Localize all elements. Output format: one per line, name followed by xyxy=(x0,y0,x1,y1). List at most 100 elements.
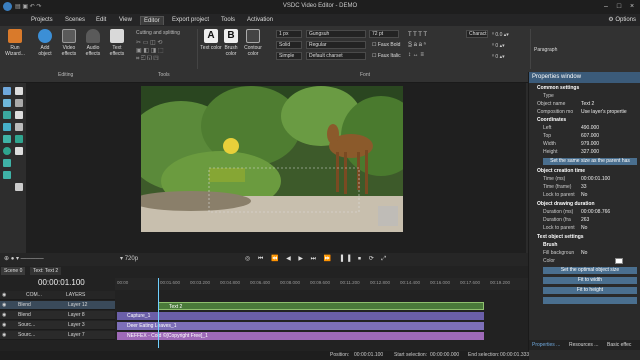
font-style-select[interactable]: Regular xyxy=(306,41,366,49)
select-tool-icon[interactable] xyxy=(15,87,23,95)
object-name-row[interactable]: Object name Text 2 xyxy=(529,100,640,108)
eye-icon[interactable]: ◉ xyxy=(2,311,6,320)
object-name-value[interactable]: Text 2 xyxy=(581,100,594,108)
menu-scenes[interactable]: Scenes xyxy=(62,16,88,25)
menu-tools[interactable]: Tools xyxy=(218,16,238,25)
eye-icon[interactable]: ◉ xyxy=(2,291,6,300)
fill-background-row[interactable]: Fill backgroun No xyxy=(529,249,640,257)
menu-view[interactable]: View xyxy=(116,16,135,25)
line-width-select[interactable]: 1 px xyxy=(276,30,302,38)
transport-left-controls[interactable]: ⊕ ● ▾ —──── xyxy=(4,255,114,264)
video-effects-button[interactable]: Video effects xyxy=(58,29,80,57)
tab-scene-0[interactable]: Scene 0 xyxy=(1,267,26,275)
sprite-tool-icon[interactable] xyxy=(15,135,23,143)
lock-parent-row[interactable]: Lock to parent No xyxy=(529,191,640,199)
left-row[interactable]: Left 490.000 xyxy=(529,124,640,132)
add-object-button[interactable]: Add object xyxy=(34,29,56,57)
color-swatch[interactable] xyxy=(615,258,623,264)
capture-clip[interactable]: Capture_1 xyxy=(117,312,484,320)
video-preview[interactable] xyxy=(141,86,403,232)
menu-projects[interactable]: Projects xyxy=(28,16,56,25)
composition-value[interactable]: Use layer's propertie xyxy=(581,108,627,116)
eye-icon[interactable]: ◉ xyxy=(2,321,6,330)
font-size-select[interactable]: 72 pt xyxy=(369,30,399,38)
duration-ms-value[interactable]: 00:00:08.766 xyxy=(581,208,610,216)
pen-tool-icon[interactable] xyxy=(15,183,23,191)
duration-ms-row[interactable]: Duration (ms) 00:00:08.766 xyxy=(529,208,640,216)
eye-icon[interactable]: ◉ xyxy=(2,331,6,340)
char-spacing-fields[interactable]: ⁰ 0.0 ▴▾ ⁰ 0 ▴▾ ⁰ 0 ▴▾ xyxy=(492,30,528,60)
duration-frame-row[interactable]: Duration (fra 263 xyxy=(529,216,640,224)
faux-italic-checkbox[interactable]: ☐ Faux Italic xyxy=(372,53,401,59)
video-tool-icon[interactable] xyxy=(3,123,11,131)
duration-frame-value[interactable]: 263 xyxy=(581,216,589,224)
menu-activation[interactable]: Activation xyxy=(244,16,276,25)
charset-select[interactable]: Default charset xyxy=(306,52,366,60)
creation-time-section[interactable]: Object creation time xyxy=(529,167,640,175)
faux-bold-checkbox[interactable]: ☐ Faux Bold xyxy=(372,42,400,48)
eye-icon[interactable]: ◉ xyxy=(2,301,6,310)
audio-effects-button[interactable]: Audio effects xyxy=(82,29,104,57)
optimal-size-button[interactable]: Set the optimal object size xyxy=(543,267,637,274)
drawing-duration-section[interactable]: Object drawing duration xyxy=(529,200,640,208)
minimize-icon[interactable]: – xyxy=(600,2,612,12)
time-frame-value[interactable]: 33 xyxy=(581,183,587,191)
tab-resources[interactable]: Resources ... xyxy=(569,340,598,350)
top-value[interactable]: 607.000 xyxy=(581,132,599,140)
shape-tool-icon[interactable] xyxy=(15,111,23,119)
paragraph-button[interactable]: Paragraph xyxy=(534,47,557,53)
time-ms-value[interactable]: 00:00:01.100 xyxy=(581,175,610,183)
left-value[interactable]: 490.000 xyxy=(581,124,599,132)
track-row[interactable]: ◉ Blend Layer 12 xyxy=(0,301,115,310)
fit-height-button[interactable]: Fit to height xyxy=(543,287,637,294)
track-row[interactable]: ◉ Blend Layer 8 xyxy=(0,311,115,320)
track-mode[interactable]: Sourc... xyxy=(18,321,35,330)
text-format-tools[interactable]: T T T T S̲ a a ⁿ ↕ ↔ ≡ xyxy=(408,30,464,60)
lock-parent2-row[interactable]: Lock to parent No xyxy=(529,224,640,232)
track-row[interactable]: ◉ Sourc... Layer 7 xyxy=(0,331,115,340)
extra-button[interactable] xyxy=(543,297,637,304)
time-frame-row[interactable]: Time (frame) 33 xyxy=(529,183,640,191)
rect-tool-icon[interactable] xyxy=(15,147,23,155)
line-type-select[interactable]: Simple xyxy=(276,52,302,60)
height-row[interactable]: Height 327.000 xyxy=(529,148,640,156)
text-clip[interactable]: Text 2 xyxy=(158,302,484,310)
common-settings-section[interactable]: Common settings xyxy=(529,84,640,92)
text-color-button[interactable]: A Text color xyxy=(200,29,222,51)
run-wizard-button[interactable]: Run Wizard... xyxy=(4,29,26,57)
pointer-tool-icon[interactable] xyxy=(3,87,11,95)
top-row[interactable]: Top 607.000 xyxy=(529,132,640,140)
tab-basic-effects[interactable]: Basic effec xyxy=(607,340,631,350)
curve-tool-icon[interactable] xyxy=(3,159,11,167)
playback-controls[interactable]: ◎ ⏮ ⏪ ◀ ▶ ⏭ ⏩ ▐▐ ⏹ ⟳ ⤢ xyxy=(245,255,445,264)
transition-tool-icon[interactable] xyxy=(15,99,23,107)
text-settings-section[interactable]: Text object settings xyxy=(529,233,640,241)
playhead[interactable] xyxy=(158,278,159,348)
menu-edit[interactable]: Edit xyxy=(93,16,109,25)
coordinates-section[interactable]: Coordinates xyxy=(529,116,640,124)
text-tool-icon[interactable] xyxy=(3,99,11,107)
cut-tools[interactable]: ✂ ▭ ◫ ⟲ ▣ ◧ ◨ ⬚ ⌗ ◰ ◱ ◳ xyxy=(136,39,194,63)
width-value[interactable]: 979.000 xyxy=(581,140,599,148)
tab-text-2[interactable]: Text: Text 2 xyxy=(30,267,62,275)
height-value[interactable]: 327.000 xyxy=(581,148,599,156)
ellipse-tool-icon[interactable] xyxy=(3,147,11,155)
font-name-select[interactable]: Gungsuh xyxy=(306,30,366,38)
track-mode[interactable]: Blend xyxy=(18,311,31,320)
same-size-button[interactable]: Set the same size as the parent has xyxy=(543,158,637,165)
deer-clip[interactable]: Deer Eating Leaves_1 xyxy=(117,322,484,330)
fit-width-button[interactable]: Fit to width xyxy=(543,277,637,284)
character-select[interactable]: Charact xyxy=(466,30,488,38)
menu-editor[interactable]: Editor xyxy=(140,16,164,25)
contour-color-button[interactable]: Contour color xyxy=(242,29,264,57)
lock-parent-value[interactable]: No xyxy=(581,191,587,199)
lock-parent2-value[interactable]: No xyxy=(581,224,587,232)
free-shape-tool-icon[interactable] xyxy=(3,171,11,179)
brush-section[interactable]: Brush xyxy=(529,241,640,249)
options-button[interactable]: ⚙ Options xyxy=(608,16,636,23)
track-mode[interactable]: Sourc... xyxy=(18,331,35,340)
close-icon[interactable]: × xyxy=(626,2,638,12)
chart-tool-icon[interactable] xyxy=(3,135,11,143)
fill-background-value[interactable]: No xyxy=(581,249,587,257)
text-effects-button[interactable]: Text effects xyxy=(106,29,128,57)
